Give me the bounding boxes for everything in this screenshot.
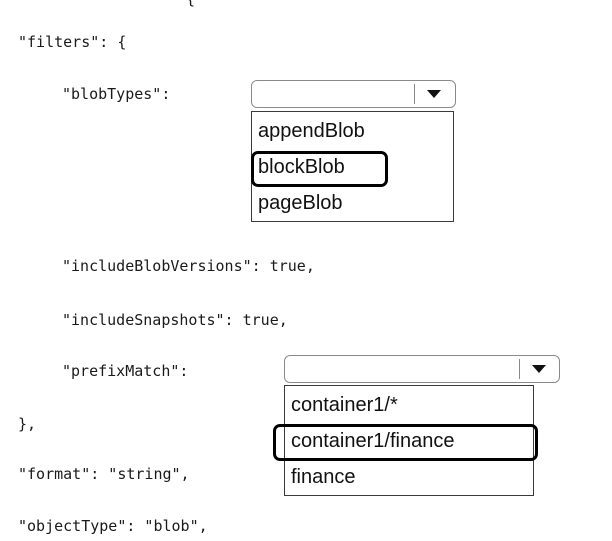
- include-snapshots-line: "includeSnapshots": true,: [62, 311, 288, 329]
- prefix-match-option-container1-all[interactable]: container1/*: [291, 393, 398, 417]
- blob-types-option-append[interactable]: appendBlob: [258, 119, 365, 143]
- format-line: "format": "string",: [18, 465, 190, 483]
- object-type-line: "objectType": "blob",: [18, 517, 208, 535]
- prefixmatch-key-line: "prefixMatch":: [62, 362, 189, 380]
- close-filters-line: },: [18, 415, 37, 433]
- open-brace: {: [186, 0, 195, 8]
- container1-finance-highlight-box: [273, 424, 538, 461]
- blockblob-highlight-box: [251, 151, 388, 187]
- caret-down-icon[interactable]: [532, 365, 546, 373]
- prefix-match-dropdown[interactable]: [284, 355, 560, 383]
- blob-types-option-page[interactable]: pageBlob: [258, 191, 343, 215]
- blob-types-dropdown[interactable]: [251, 80, 456, 108]
- filters-key-line: "filters": {: [18, 33, 127, 51]
- caret-down-icon[interactable]: [427, 90, 441, 98]
- prefix-match-option-finance[interactable]: finance: [291, 465, 356, 489]
- blobtypes-key-line: "blobTypes":: [62, 85, 171, 103]
- include-versions-line: "includeBlobVersions": true,: [62, 257, 315, 275]
